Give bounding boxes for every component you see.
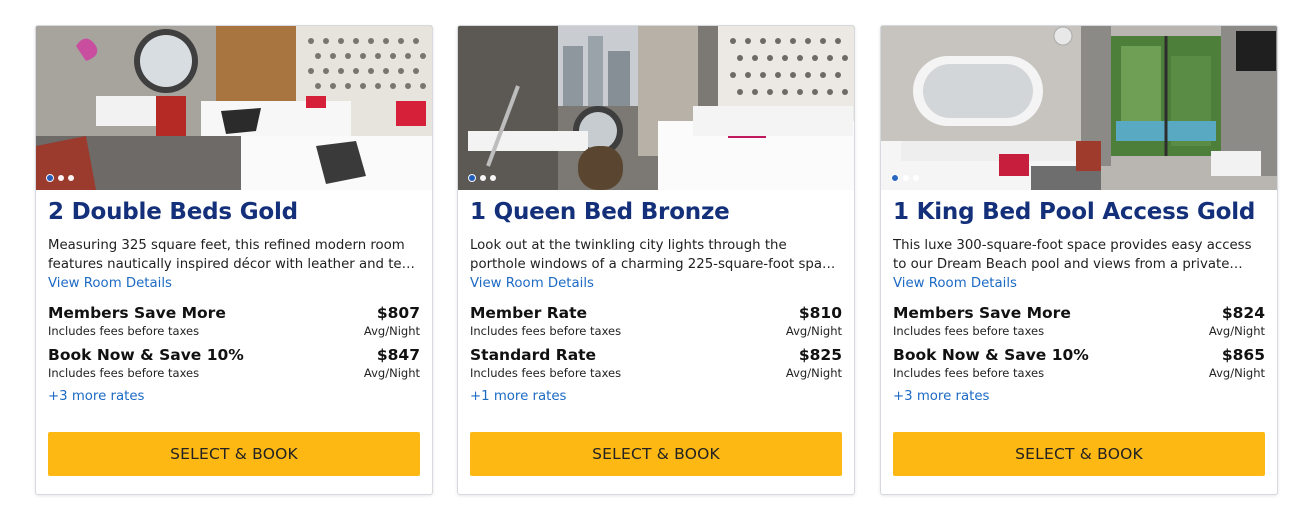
rate-unit: Avg/Night (1208, 324, 1265, 338)
select-and-book-button[interactable]: SELECT & BOOK (470, 432, 842, 476)
carousel-dot[interactable] (68, 175, 74, 181)
rate-note: Includes fees before taxes (48, 324, 200, 338)
rate-name: Book Now & Save 10% (48, 346, 244, 364)
carousel-dot[interactable] (480, 175, 486, 181)
carousel-dot[interactable] (903, 175, 909, 181)
rate-unit: Avg/Night (363, 324, 420, 338)
view-room-details-link[interactable]: View Room Details (893, 275, 1017, 293)
rate-row: Members Save More Includes fees before t… (48, 303, 420, 339)
rate-price: $847 (376, 346, 420, 364)
more-rates-link[interactable]: +1 more rates (470, 388, 566, 406)
rate-price: $865 (1221, 346, 1265, 364)
room-photo-carousel[interactable] (36, 26, 432, 190)
rate-unit: Avg/Night (1208, 366, 1265, 380)
carousel-dot[interactable] (913, 175, 919, 181)
rate-note: Includes fees before taxes (893, 366, 1045, 380)
rate-note: Includes fees before taxes (893, 324, 1045, 338)
carousel-dot-active[interactable] (46, 174, 54, 182)
rate-name: Members Save More (48, 304, 226, 322)
room-title: 1 Queen Bed Bronze (470, 199, 730, 225)
rate-note: Includes fees before taxes (470, 324, 622, 338)
room-photo-carousel[interactable] (881, 26, 1277, 190)
room-description: Measuring 325 square feet, this refined … (48, 238, 418, 272)
rate-name: Members Save More (893, 304, 1071, 322)
select-and-book-button[interactable]: SELECT & BOOK (48, 432, 420, 476)
room-title: 1 King Bed Pool Access Gold (893, 199, 1256, 225)
rate-price: $824 (1221, 304, 1265, 322)
carousel-dots[interactable] (468, 174, 496, 182)
select-and-book-button[interactable]: SELECT & BOOK (893, 432, 1265, 476)
room-photo (881, 26, 1277, 190)
rate-note: Includes fees before taxes (48, 366, 200, 380)
rate-name: Member Rate (470, 304, 588, 322)
rate-price: $807 (376, 304, 420, 322)
room-description: This luxe 300-square-foot space provides… (893, 238, 1252, 272)
room-photo (36, 26, 432, 190)
carousel-dots[interactable] (46, 174, 74, 182)
more-rates-link[interactable]: +3 more rates (893, 388, 989, 406)
carousel-dot[interactable] (490, 175, 496, 181)
carousel-dots[interactable] (891, 174, 919, 182)
room-photo (458, 26, 854, 190)
view-room-details-link[interactable]: View Room Details (48, 275, 172, 293)
carousel-dot[interactable] (58, 175, 64, 181)
rate-row: Book Now & Save 10% Includes fees before… (48, 345, 420, 381)
room-photo-carousel[interactable] (458, 26, 854, 190)
room-description: Look out at the twinkling city lights th… (470, 238, 838, 272)
view-room-details-link[interactable]: View Room Details (470, 275, 594, 293)
rate-name: Book Now & Save 10% (893, 346, 1089, 364)
room-card: 1 Queen Bed Bronze Look out at the twink… (457, 25, 855, 495)
rate-name: Standard Rate (470, 346, 597, 364)
rate-unit: Avg/Night (785, 366, 842, 380)
rate-note: Includes fees before taxes (470, 366, 622, 380)
rate-unit: Avg/Night (363, 366, 420, 380)
rate-price: $825 (798, 346, 842, 364)
rate-row: Member Rate Includes fees before taxes $… (470, 303, 842, 339)
rate-row: Standard Rate Includes fees before taxes… (470, 345, 842, 381)
rate-price: $810 (798, 304, 842, 322)
rate-row: Members Save More Includes fees before t… (893, 303, 1265, 339)
room-title: 2 Double Beds Gold (48, 199, 298, 225)
room-card: 1 King Bed Pool Access Gold This luxe 30… (880, 25, 1278, 495)
room-card: 2 Double Beds Gold Measuring 325 square … (35, 25, 433, 495)
rate-row: Book Now & Save 10% Includes fees before… (893, 345, 1265, 381)
carousel-dot-active[interactable] (891, 174, 899, 182)
rate-unit: Avg/Night (785, 324, 842, 338)
carousel-dot-active[interactable] (468, 174, 476, 182)
more-rates-link[interactable]: +3 more rates (48, 388, 144, 406)
